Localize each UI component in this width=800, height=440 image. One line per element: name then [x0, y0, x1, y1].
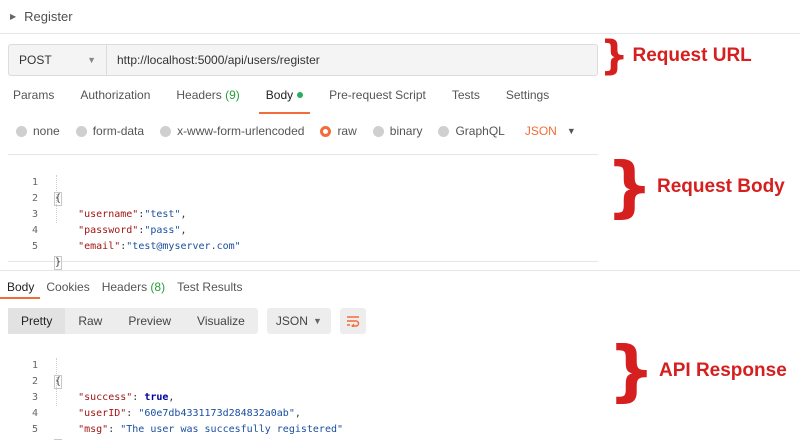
code-line: 3 "userID": "60e7db4331173d284832a0ab",: [8, 374, 598, 419]
radio-selected-icon: [320, 125, 332, 137]
code-line: 3 "password":"pass",: [8, 191, 598, 236]
radio-icon: [160, 125, 172, 137]
request-name[interactable]: Register: [24, 9, 72, 24]
body-format-label: JSON: [524, 124, 557, 138]
method-label: POST: [19, 53, 52, 67]
headers-count: (8): [150, 280, 166, 294]
radio-label: binary: [389, 124, 423, 138]
response-body-viewer[interactable]: 1 { 2 "success": true, 3 "userID": "60e7…: [8, 340, 598, 440]
tab-label: Headers: [176, 88, 222, 102]
radio-icon: [438, 125, 450, 137]
body-type-options: none form-data x-www-form-urlencoded raw…: [16, 124, 576, 138]
radio-form-data[interactable]: form-data: [75, 124, 145, 138]
view-pretty-button[interactable]: Pretty: [8, 308, 66, 334]
tab-label: Cookies: [46, 280, 90, 294]
tab-label: Body: [7, 280, 35, 294]
annotation-label: Request URL: [632, 45, 752, 66]
code-line: 2 "success": true,: [8, 358, 598, 403]
view-visualize-button[interactable]: Visualize: [184, 308, 258, 334]
tab-label: Params: [13, 88, 55, 102]
radio-icon: [16, 125, 27, 137]
radio-x-www-form-urlencoded[interactable]: x-www-form-urlencoded: [160, 124, 304, 138]
tab-params[interactable]: Params: [0, 88, 67, 114]
curly-brace-icon: }: [606, 148, 653, 225]
tab-headers[interactable]: Headers (9): [163, 88, 252, 114]
tab-label: Headers: [101, 280, 148, 294]
radio-icon: [75, 125, 87, 137]
annotation-api-response: } API Response: [608, 338, 787, 404]
panel-divider[interactable]: [0, 270, 800, 271]
json-value: "test@myserver.com": [126, 241, 241, 252]
code-line: 1 {: [8, 342, 598, 389]
tab-label: Pre-request Script: [329, 88, 426, 102]
url-bar: POST ▼ http://localhost:5000/api/users/r…: [8, 44, 598, 76]
request-header: ▶ Register: [0, 0, 800, 34]
body-active-dot-icon: [297, 92, 304, 98]
view-preview-button[interactable]: Preview: [115, 308, 184, 334]
radio-none[interactable]: none: [16, 124, 60, 138]
json-value: "The user was succesfully registered": [120, 424, 344, 435]
radio-graphql[interactable]: GraphQL: [438, 124, 505, 138]
tab-label: Authorization: [80, 88, 151, 102]
tab-label: Tests: [451, 88, 480, 102]
request-body-editor[interactable]: 1 { 2 "username":"test", 3 "password":"p…: [8, 154, 598, 270]
code-line: 4 "email":"test@myserver.com": [8, 207, 598, 252]
chevron-down-icon: ▼: [566, 126, 576, 136]
expand-caret-icon[interactable]: ▶: [10, 12, 16, 21]
radio-label: x-www-form-urlencoded: [177, 124, 305, 138]
tab-body[interactable]: Body: [253, 88, 316, 114]
code-line: 1 {: [8, 159, 598, 206]
wrap-lines-button[interactable]: [339, 308, 366, 334]
tab-test-results[interactable]: Test Results: [171, 280, 248, 299]
json-key: "msg": [78, 424, 109, 435]
annotation-label: Request Body: [657, 176, 785, 197]
line-number: 5: [31, 241, 38, 252]
request-tabs: Params Authorization Headers (9) Body Pr…: [0, 88, 562, 114]
code-line: 5 }: [8, 406, 598, 440]
tab-pre-request-script[interactable]: Pre-request Script: [316, 88, 439, 114]
json-key: "email": [78, 241, 121, 252]
tab-label: Settings: [505, 88, 550, 102]
tab-response-body[interactable]: Body: [0, 280, 41, 299]
json-sep: :: [108, 424, 121, 435]
body-format-select[interactable]: JSON ▼: [525, 124, 576, 138]
chevron-down-icon: ▼: [87, 55, 96, 65]
wrap-lines-icon: [346, 316, 360, 327]
tab-label: Body: [265, 88, 294, 102]
annotation-label: API Response: [659, 360, 787, 381]
tab-tests[interactable]: Tests: [439, 88, 493, 114]
response-view-switch: Pretty Raw Preview Visualize: [8, 308, 258, 334]
url-input[interactable]: http://localhost:5000/api/users/register: [107, 53, 320, 67]
tab-label: Test Results: [177, 280, 243, 294]
radio-label: none: [33, 124, 60, 138]
response-format-label: JSON: [275, 314, 308, 328]
radio-raw[interactable]: raw: [320, 124, 357, 138]
radio-label: GraphQL: [455, 124, 505, 138]
code-line: 4 "msg": "The user was succesfully regis…: [8, 390, 598, 435]
headers-count: (9): [225, 88, 240, 102]
annotation-request-body: } Request Body: [606, 154, 785, 220]
code-line: 2 "username":"test",: [8, 175, 598, 220]
code-line: 5 }: [8, 223, 598, 270]
response-tabs: Body Cookies Headers (8) Test Results: [0, 280, 248, 300]
response-toolbar: Pretty Raw Preview Visualize JSON ▼: [8, 308, 366, 334]
tab-cookies[interactable]: Cookies: [40, 280, 95, 299]
view-raw-button[interactable]: Raw: [65, 308, 115, 334]
method-select[interactable]: POST ▼: [9, 45, 107, 75]
tab-response-headers[interactable]: Headers (8): [96, 280, 171, 299]
annotation-request-url: } Request URL: [600, 36, 752, 76]
radio-icon: [372, 125, 384, 137]
curly-brace-icon: }: [608, 332, 655, 409]
radio-label: form-data: [92, 124, 145, 138]
curly-brace-icon: }: [600, 33, 629, 79]
tab-settings[interactable]: Settings: [493, 88, 562, 114]
chevron-down-icon: ▼: [312, 316, 322, 326]
line-number: 5: [31, 424, 38, 435]
response-format-select[interactable]: JSON ▼: [266, 308, 331, 334]
tab-authorization[interactable]: Authorization: [67, 88, 163, 114]
radio-binary[interactable]: binary: [372, 124, 423, 138]
code-text: }: [54, 256, 63, 270]
radio-label: raw: [337, 124, 357, 138]
